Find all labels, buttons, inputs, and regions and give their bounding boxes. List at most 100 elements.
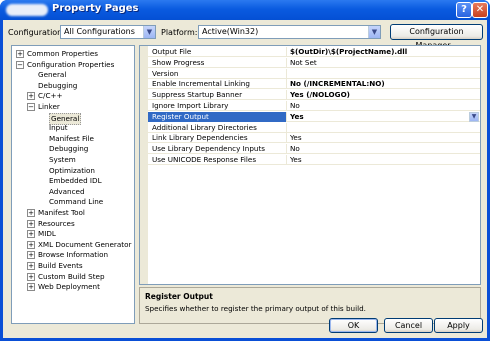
tree-item-label: Resources bbox=[38, 218, 75, 228]
title-bar[interactable]: Property Pages ? ✕ bbox=[0, 0, 490, 20]
property-name: Additional Library Directories bbox=[152, 122, 257, 132]
tree-item[interactable]: + MIDL bbox=[12, 229, 134, 239]
expand-icon[interactable]: + bbox=[27, 272, 35, 281]
tree-item-label: Command Line bbox=[49, 197, 104, 207]
property-value: No bbox=[290, 101, 300, 110]
property-row[interactable]: Link Library Dependencies Yes bbox=[148, 133, 480, 144]
property-row[interactable]: Additional Library Directories bbox=[148, 122, 480, 133]
tree-item[interactable]: + Build Events bbox=[12, 261, 134, 271]
column-divider[interactable] bbox=[286, 144, 287, 155]
tree-item-label: General bbox=[38, 70, 67, 80]
ok-button[interactable]: OK bbox=[329, 318, 378, 333]
column-divider[interactable] bbox=[286, 47, 287, 57]
cancel-button[interactable]: Cancel bbox=[384, 318, 433, 333]
tree-item-label: Manifest File bbox=[49, 133, 94, 143]
property-value: Yes bbox=[290, 155, 302, 164]
expand-icon[interactable]: + bbox=[27, 92, 35, 101]
column-divider[interactable] bbox=[286, 101, 287, 111]
tree-item-label: System bbox=[49, 155, 76, 164]
collapse-icon[interactable]: − bbox=[16, 60, 24, 69]
tree-item[interactable]: System bbox=[12, 155, 134, 165]
column-divider[interactable] bbox=[286, 122, 287, 133]
expand-icon[interactable]: + bbox=[27, 240, 35, 249]
tree-item[interactable]: Input bbox=[12, 123, 134, 133]
tree-item[interactable]: General bbox=[12, 112, 134, 125]
tree-item[interactable]: Advanced bbox=[12, 187, 134, 197]
close-button[interactable]: ✕ bbox=[472, 2, 488, 18]
expand-icon[interactable]: + bbox=[27, 219, 35, 228]
tree-item[interactable]: Embedded IDL bbox=[12, 176, 134, 186]
platform-label: Platform: bbox=[161, 28, 198, 37]
property-value: $(OutDir)\$(ProjectName).dll bbox=[290, 47, 408, 56]
tree-item-label: Optimization bbox=[49, 165, 95, 175]
tree-item-label: Embedded IDL bbox=[49, 176, 102, 186]
column-divider[interactable] bbox=[286, 133, 287, 144]
property-row[interactable]: Show Progress Not Set bbox=[148, 57, 480, 68]
tree-item-label: XML Document Generator bbox=[38, 239, 132, 249]
column-divider[interactable] bbox=[286, 155, 287, 165]
help-button[interactable]: ? bbox=[456, 2, 472, 18]
expand-icon[interactable]: + bbox=[27, 230, 35, 239]
property-name: Output File bbox=[152, 47, 192, 56]
chevron-down-icon[interactable]: ▼ bbox=[469, 111, 479, 122]
window-title: Property Pages bbox=[52, 3, 139, 14]
property-row[interactable]: Version bbox=[148, 68, 480, 79]
configuration-select-value: All Configurations bbox=[64, 27, 135, 36]
tree-item[interactable]: Manifest File bbox=[12, 134, 134, 144]
column-divider[interactable] bbox=[286, 79, 287, 90]
property-pages-window: Property Pages ? ✕ Configuration: All Co… bbox=[0, 0, 490, 341]
property-value: Yes (/NOLOGO) bbox=[290, 90, 350, 100]
tree-item[interactable]: + Custom Build Step bbox=[12, 272, 134, 282]
collapse-icon[interactable]: − bbox=[27, 103, 35, 111]
column-divider[interactable] bbox=[286, 90, 287, 101]
property-row[interactable]: Register Output Yes ▼ bbox=[148, 111, 480, 122]
tree-item-label: Web Deployment bbox=[38, 282, 100, 292]
tree-item[interactable]: Debugging bbox=[12, 81, 134, 91]
expand-icon[interactable]: + bbox=[27, 251, 35, 260]
tree-item[interactable]: + Browse Information bbox=[12, 250, 134, 260]
property-value: No (/INCREMENTAL:NO) bbox=[290, 79, 385, 89]
chevron-down-icon[interactable]: ▼ bbox=[368, 26, 380, 38]
grid-margin bbox=[140, 46, 148, 284]
column-divider[interactable] bbox=[286, 68, 287, 79]
column-divider[interactable] bbox=[286, 111, 287, 122]
expand-icon[interactable]: + bbox=[27, 262, 35, 270]
configuration-manager-button[interactable]: Configuration Manager... bbox=[390, 24, 483, 50]
tree-item[interactable]: − Configuration Properties bbox=[12, 60, 134, 70]
tree-item[interactable]: + XML Document Generator bbox=[12, 240, 134, 250]
property-row[interactable]: Use UNICODE Response Files Yes bbox=[148, 155, 480, 165]
expand-icon[interactable]: + bbox=[16, 50, 24, 58]
property-name: Use Library Dependency Inputs bbox=[152, 144, 266, 154]
property-row[interactable]: Use Library Dependency Inputs No bbox=[148, 144, 480, 155]
platform-select[interactable]: Active(Win32) ▼ bbox=[198, 25, 381, 39]
column-divider[interactable] bbox=[286, 57, 287, 68]
property-name: Link Library Dependencies bbox=[152, 133, 248, 143]
tree-item[interactable]: + Resources bbox=[12, 219, 134, 229]
property-row[interactable]: Ignore Import Library No bbox=[148, 101, 480, 111]
tree-item[interactable]: Debugging bbox=[12, 144, 134, 154]
tree-item[interactable]: Command Line bbox=[12, 197, 134, 207]
configuration-select[interactable]: All Configurations ▼ bbox=[60, 25, 156, 39]
expand-icon[interactable]: + bbox=[27, 209, 35, 217]
property-row[interactable]: Suppress Startup Banner Yes (/NOLOGO) bbox=[148, 90, 480, 101]
property-value[interactable]: Yes bbox=[290, 112, 480, 122]
chevron-down-icon[interactable]: ▼ bbox=[143, 26, 155, 38]
apply-button[interactable]: Apply bbox=[434, 318, 483, 333]
tree-item[interactable]: General bbox=[12, 70, 134, 80]
tree-item-label: Linker bbox=[38, 102, 60, 111]
tree-item[interactable]: Optimization bbox=[12, 166, 134, 176]
tree-item-label: Configuration Properties bbox=[27, 59, 115, 69]
tree-item[interactable]: + C/C++ bbox=[12, 91, 134, 101]
tree-item[interactable]: + Manifest Tool bbox=[12, 208, 134, 218]
tree-item-label: Build Events bbox=[38, 261, 83, 270]
tree-item[interactable]: + Common Properties bbox=[12, 49, 134, 59]
tree-item[interactable]: + Web Deployment bbox=[12, 282, 134, 292]
configuration-label: Configuration: bbox=[8, 28, 65, 37]
description-title: Register Output bbox=[145, 292, 213, 301]
property-tree[interactable]: + Common Properties − Configuration Propert… bbox=[11, 45, 135, 324]
expand-icon[interactable]: + bbox=[27, 283, 35, 292]
tree-item[interactable]: − Linker bbox=[12, 102, 134, 112]
property-row[interactable]: Enable Incremental Linking No (/INCREMENT… bbox=[148, 79, 480, 90]
property-grid[interactable]: Output File $(OutDir)\$(ProjectName).dll S… bbox=[139, 45, 481, 285]
property-row[interactable]: Output File $(OutDir)\$(ProjectName).dll bbox=[148, 47, 480, 57]
